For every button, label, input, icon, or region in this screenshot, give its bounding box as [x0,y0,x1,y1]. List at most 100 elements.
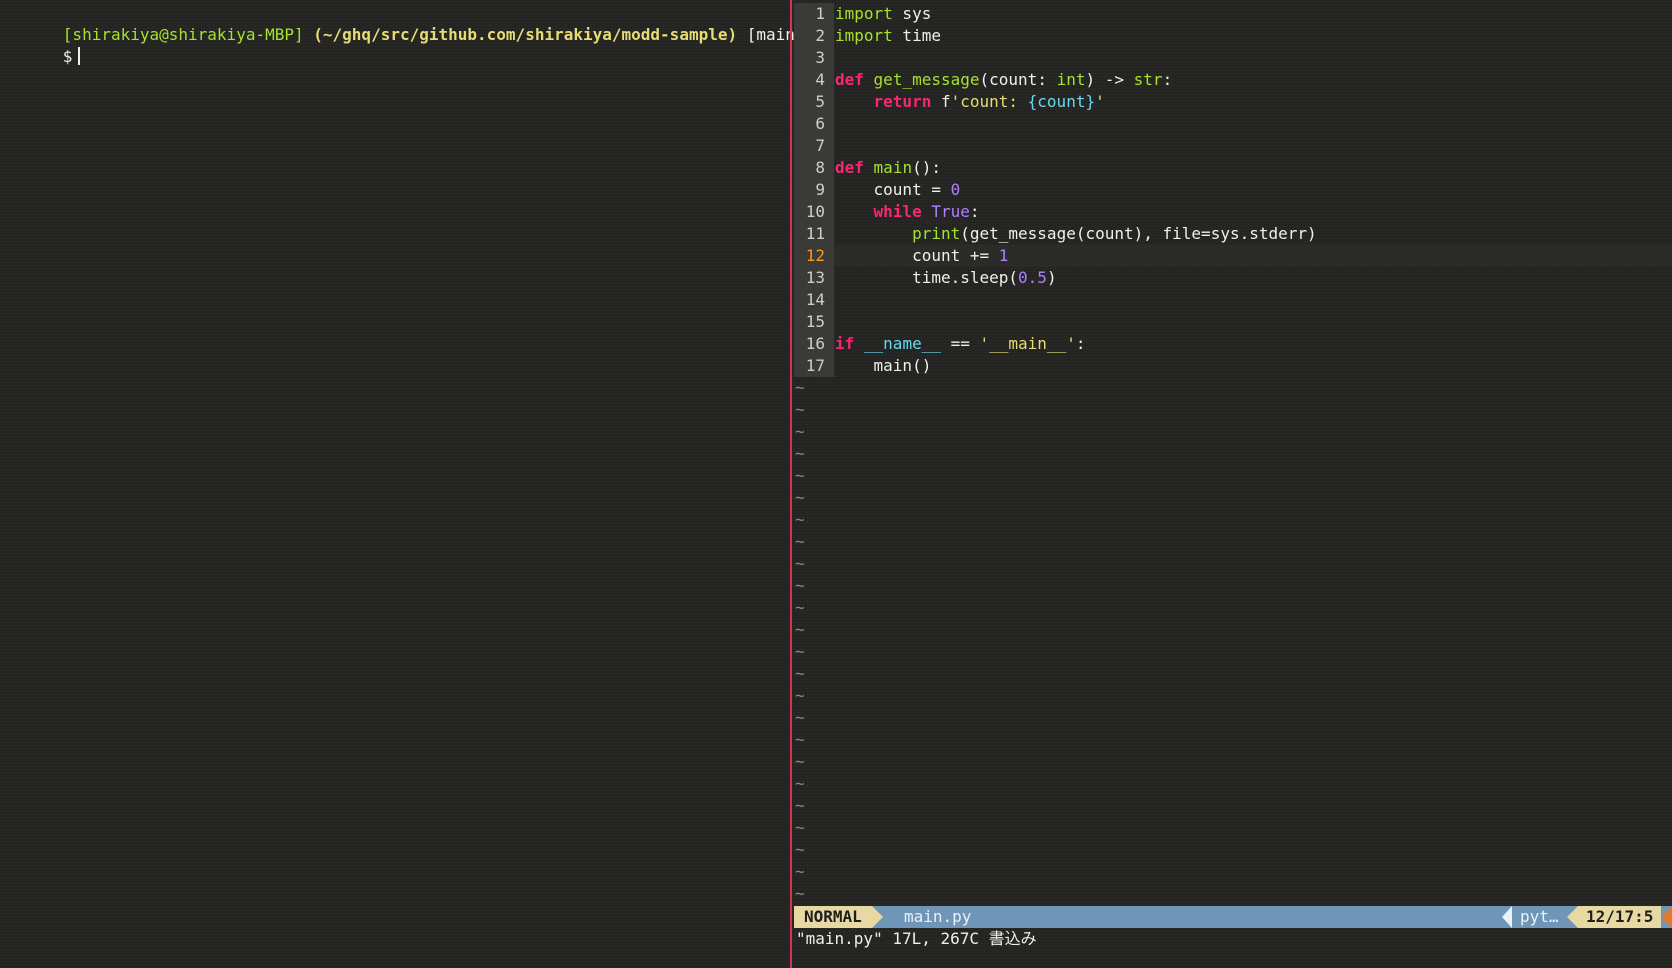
code-token: (): [912,158,941,177]
statusline-filename: main.py [904,907,972,926]
code-line[interactable]: 8 def main(): [794,157,1672,179]
line-number: 5 [815,92,825,111]
code-token: ) -> [1085,70,1134,89]
line-number: 10 [805,202,825,221]
code-line[interactable]: 11 print(get_message(count), file=sys.st… [794,223,1672,245]
statusline-filetype: pyt… [1520,907,1559,926]
code-line-text: count += 1 [834,245,1672,267]
code-line[interactable]: 16 if __name__ == '__main__': [794,333,1672,355]
line-number: 6 [815,114,825,133]
code-token: import [835,4,893,23]
code-line[interactable]: 12 count += 1 [794,245,1672,267]
line-number: 3 [815,48,825,67]
prompt-path: (~/ghq/src/github.com/shirakiya/modd-sam… [313,25,738,44]
code-line[interactable]: 10 while True: [794,201,1672,223]
code-line[interactable]: 4 def get_message(count: int) -> str: [794,69,1672,91]
code-line-text: return f'count: {count}' [834,91,1672,113]
screen: [shirakiya@shirakiya-MBP] (~/ghq/src/git… [0,0,1672,968]
code-token: if [835,334,855,353]
empty-buffer-line-marker: ~ [795,664,805,683]
filetype-separator [1502,906,1512,928]
empty-buffer-line-marker: ~ [795,884,805,903]
empty-buffer-line-marker: ~ [795,422,805,441]
code-token: '__main__' [979,334,1076,353]
empty-buffer-line-marker: ~ [795,774,805,793]
empty-buffer-line-marker: ~ [795,840,805,859]
code-token: : [1162,70,1173,89]
prompt-symbol: $ [62,47,73,66]
prompt-user: [shirakiya@shirakiya-MBP] [62,25,304,44]
empty-buffer-line-marker: ~ [795,620,805,639]
code-line[interactable]: 9 count = 0 [794,179,1672,201]
empty-buffer-line-marker: ~ [795,752,805,771]
empty-buffer-line-marker: ~ [795,378,805,397]
line-number: 12 [805,246,825,265]
code-token: time [892,26,941,45]
command-line: "main.py" 17L, 267C 書込み [796,929,1037,948]
line-number: 13 [805,268,825,287]
code-token: def [835,158,864,177]
code-line[interactable]: 17 main() [794,355,1672,377]
code-line[interactable]: 15 [794,311,1672,333]
code-line-text: main() [834,355,1672,377]
shell-input-line[interactable]: $ [5,24,81,66]
code-token: == [940,334,980,353]
code-token: 0 [950,180,961,199]
code-token: ' [1095,92,1105,111]
terminal-cursor [78,47,81,65]
empty-buffer-line-marker: ~ [795,488,805,507]
code-buffer[interactable]: 1 import sys 2 import time 3 4 def get_message… [794,3,1672,905]
empty-buffer-line-marker: ~ [795,642,805,661]
code-token: main [873,158,913,177]
code-token: time.sleep( [835,268,1019,287]
code-line[interactable]: 6 [794,113,1672,135]
line-number: 15 [805,312,825,331]
line-number: 9 [815,180,825,199]
code-token: def [835,70,864,89]
code-token: ) [1046,268,1057,287]
line-number: 1 [815,4,825,23]
cursor-position: 12/17:5 [1578,906,1662,928]
line-number: 4 [815,70,825,89]
empty-buffer-line-marker: ~ [795,510,805,529]
empty-buffer-line-marker: ~ [795,862,805,881]
code-line-text: while True: [834,201,1672,223]
terminal-pane[interactable]: [shirakiya@shirakiya-MBP] (~/ghq/src/git… [0,0,805,968]
code-token: return [873,92,932,111]
code-line[interactable]: 13 time.sleep(0.5) [794,267,1672,289]
code-token: int [1056,70,1086,89]
code-token: count = [835,180,951,199]
line-number: 8 [815,158,825,177]
empty-buffer-line-marker: ~ [795,466,805,485]
empty-buffer-line-marker: ~ [795,554,805,573]
code-line[interactable]: 14 [794,289,1672,311]
pane-divider[interactable] [790,0,792,968]
code-token: 1 [998,246,1009,265]
code-line-text: time.sleep(0.5) [834,267,1672,289]
vim-pane[interactable]: 1 import sys 2 import time 3 4 def get_message… [794,0,1672,968]
line-number: 2 [815,26,825,45]
code-token: print [912,224,961,243]
position-separator [1567,906,1578,928]
code-line[interactable]: 5 return f'count: {count}' [794,91,1672,113]
code-token: main() [835,356,932,375]
code-token: (get_message(count), file=sys.stderr) [960,224,1317,243]
code-line[interactable]: 1 import sys [794,3,1672,25]
code-line[interactable]: 2 import time [794,25,1672,47]
mode-separator [872,906,883,928]
code-token: sys [892,4,932,23]
empty-buffer-line-marker: ~ [795,598,805,617]
code-token: str [1133,70,1163,89]
code-line-text: count = 0 [834,179,1672,201]
code-token: True [931,202,970,221]
code-line[interactable]: 3 [794,47,1672,69]
code-line-text: def main(): [834,157,1672,179]
line-number: 11 [805,224,825,243]
code-line[interactable]: 7 [794,135,1672,157]
empty-buffer-line-marker: ~ [795,686,805,705]
